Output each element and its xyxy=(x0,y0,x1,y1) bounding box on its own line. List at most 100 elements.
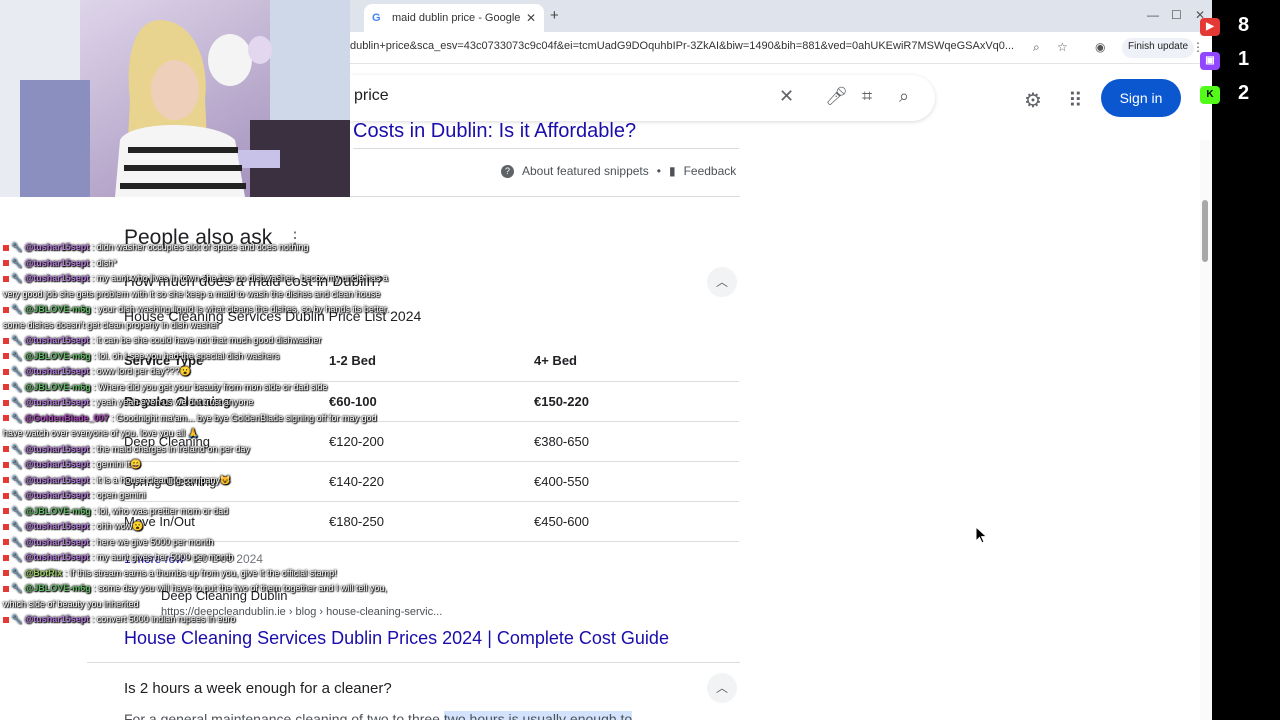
paa-question[interactable]: Is 2 hours a week enough for a cleaner? xyxy=(124,680,392,697)
wrench-icon: 🔧︎ xyxy=(11,381,23,392)
separator-dot: • xyxy=(656,164,661,178)
chat-username: @tushar15sept xyxy=(24,490,90,500)
chat-username: @tushar15sept xyxy=(24,335,90,345)
chat-username: @tushar15sept xyxy=(24,459,90,469)
youtube-badge-icon xyxy=(3,368,9,375)
wrench-icon: 🔧︎ xyxy=(11,614,23,624)
help-icon: ? xyxy=(501,164,514,178)
close-icon[interactable]: ✕ xyxy=(526,11,536,25)
finish-update-button[interactable]: Finish update xyxy=(1122,38,1195,58)
twitch-viewers: ▣ 1 xyxy=(1196,48,1280,80)
tab-google-search[interactable]: G maid dublin price - Google ✕ xyxy=(364,4,544,32)
chat-username: @JBLOVE-m6g xyxy=(24,505,91,516)
youtube-badge-icon xyxy=(3,244,9,251)
minimize-icon[interactable]: — xyxy=(1147,8,1159,22)
chat-text: my aunt gives her 5000 per month xyxy=(96,552,234,562)
chat-message: 🔧︎ @GoldenBlade_007 : Goodnight ma'am... … xyxy=(3,412,377,438)
chat-username: @tushar15sept xyxy=(24,273,90,283)
chat-username: @JBLOVE-m6g xyxy=(24,381,91,392)
mouse-cursor-icon xyxy=(975,526,988,544)
chat-text: yeah yeah even us we dnt trust anyone xyxy=(96,397,254,407)
address-bar[interactable]: dublin+price&sca_esv=43c0733073c9c04f&ei… xyxy=(350,32,1212,64)
apps-grid-icon[interactable]: ⠿ xyxy=(1068,88,1083,113)
youtube-icon: ▶ xyxy=(1200,18,1220,36)
chat-message: 🔧︎ @tushar15sept : my aunt who lives in t… xyxy=(3,273,388,299)
chat-message: 🔧︎ @tushar15sept : it can be she could ha… xyxy=(3,333,413,349)
chat-text: didn washer occupies alot of space and d… xyxy=(96,242,309,252)
search-query[interactable]: price xyxy=(354,87,389,105)
divider xyxy=(353,148,739,149)
result-title-link[interactable]: House Cleaning Services Dublin Prices 20… xyxy=(124,628,669,649)
zoom-icon[interactable]: ⌕ xyxy=(1033,40,1040,55)
table-cell: €450-600 xyxy=(534,501,739,542)
chat-text: gemini it😄 xyxy=(96,459,142,469)
sign-in-button[interactable]: Sign in xyxy=(1101,79,1181,117)
feedback-icon: ▮ xyxy=(668,164,676,178)
chat-message: 🔧︎ @tushar15sept : gemini it😄 xyxy=(3,457,413,473)
youtube-badge-icon xyxy=(3,446,9,453)
youtube-badge-icon xyxy=(3,554,9,561)
webcam-overlay xyxy=(0,0,350,197)
chat-username: @JBLOVE-m6g xyxy=(24,583,91,593)
about-featured-snippets-link[interactable]: About featured snippets xyxy=(522,164,649,178)
wrench-icon: 🔧︎ xyxy=(11,273,23,283)
youtube-badge-icon xyxy=(3,570,9,577)
featured-snippet-title[interactable]: Costs in Dublin: Is it Affordable? xyxy=(353,120,636,143)
clear-icon[interactable]: ✕ xyxy=(779,86,794,107)
chat-message: 🔧︎ @tushar15sept : here we give 5000 per … xyxy=(3,535,413,551)
chevron-up-icon[interactable]: ︿ xyxy=(707,267,737,297)
new-tab-button[interactable]: + xyxy=(550,7,559,24)
youtube-badge-icon xyxy=(3,337,9,344)
table-cell: €400-550 xyxy=(534,461,739,502)
chat-text: it is a house cleaning company😺 xyxy=(96,474,232,485)
wrench-icon: 🔧︎ xyxy=(11,490,23,500)
featured-snippet-footer: ? About featured snippets • ▮ Feedback xyxy=(501,164,736,178)
wrench-icon: 🔧︎ xyxy=(11,412,23,423)
tab-bar: G maid dublin price - Google ✕ + — ☐ ✕ xyxy=(350,0,1212,32)
chat-text: lol. oh I see you had the special dish w… xyxy=(98,350,280,361)
chat-text: ohh wow😮 xyxy=(96,521,144,531)
chat-username: @tushar15sept xyxy=(24,242,90,252)
youtube-badge-icon xyxy=(3,399,9,406)
wrench-icon: 🔧︎ xyxy=(11,242,23,252)
settings-gear-icon[interactable]: ⚙ xyxy=(1024,88,1042,113)
feedback-link[interactable]: Feedback xyxy=(684,164,737,178)
table-cell: €150-220 xyxy=(534,381,739,422)
wrench-icon: 🔧︎ xyxy=(11,505,23,516)
chevron-up-icon[interactable]: ︿ xyxy=(707,673,737,703)
profile-icon[interactable]: ◉ xyxy=(1095,40,1105,54)
chat-message: 🔧︎ @tushar15sept : oww lord per day???😮 xyxy=(3,364,413,380)
snippet-highlight: two hours is usually enough to xyxy=(443,711,633,720)
wrench-icon: 🔧︎ xyxy=(11,459,23,469)
youtube-badge-icon xyxy=(3,523,9,530)
chat-username: @GoldenBlade_007 xyxy=(24,412,109,423)
youtube-badge-icon xyxy=(3,477,9,484)
table-cell: €380-650 xyxy=(534,421,739,462)
lens-icon[interactable]: ⌗ xyxy=(862,86,872,107)
chat-username: @tushar15sept xyxy=(24,536,90,547)
column-header: 4+ Bed xyxy=(534,341,739,382)
youtube-badge-icon xyxy=(3,492,9,499)
chat-username: @tushar15sept xyxy=(24,474,90,485)
maximize-icon[interactable]: ☐ xyxy=(1171,8,1182,22)
chat-message: 🔧︎ @tushar15sept : the maid charges in ir… xyxy=(3,442,413,458)
voice-search-icon[interactable]: 🎤︎ xyxy=(825,86,848,107)
search-icon[interactable]: ⌕ xyxy=(899,86,909,107)
chat-message: 🔧︎ @JBLOVE-m6g : some day you will have t… xyxy=(3,583,387,609)
url-text[interactable]: dublin+price&sca_esv=43c0733073c9c04f&ei… xyxy=(350,40,1030,52)
youtube-badge-icon xyxy=(3,353,9,360)
chat-username: @tushar15sept xyxy=(24,614,90,624)
chat-message: 🔧︎ @JBLOVE-m6g : Where did you get your b… xyxy=(3,380,413,396)
scrollbar-thumb[interactable] xyxy=(1202,200,1208,262)
wrench-icon: 🔧︎ xyxy=(11,350,23,361)
search-input[interactable]: price ✕ 🎤︎ ⌗ ⌕ xyxy=(350,75,935,121)
bookmark-star-icon[interactable]: ☆ xyxy=(1057,40,1068,54)
wrench-icon: 🔧︎ xyxy=(11,474,23,485)
youtube-viewers: ▶ 8 xyxy=(1196,14,1280,46)
youtube-badge-icon xyxy=(3,306,9,313)
youtube-badge-icon xyxy=(3,585,9,592)
divider xyxy=(87,662,740,663)
chat-message: 🔧︎ @JBLOVE-m6g : your dish washing liquid… xyxy=(3,304,389,330)
wrench-icon: 🔧︎ xyxy=(11,552,23,562)
wrench-icon: 🔧︎ xyxy=(11,257,23,268)
